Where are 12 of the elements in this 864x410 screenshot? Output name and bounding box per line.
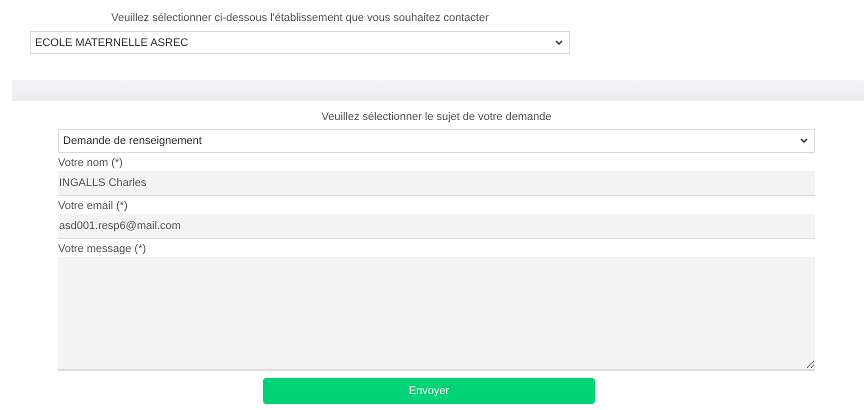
subject-select[interactable]: Demande de renseignement	[58, 129, 815, 153]
input-field[interactable]: INGALLS Charles	[58, 171, 815, 196]
chevron-down-icon	[800, 138, 808, 144]
field-label: Votre nom (*)	[58, 157, 124, 171]
field-label: Votre message (*)	[58, 243, 148, 257]
message-field[interactable]	[58, 257, 815, 371]
establishment-prompt: Veuillez sélectionner ci-dessous l'établissement que vous souhaitez contacter	[110, 12, 490, 24]
chevron-down-icon	[555, 40, 563, 46]
establishment-select[interactable]: ECOLE MATERNELLE ASREC	[30, 31, 570, 54]
input-field[interactable]: asd001.resp6@mail.com	[58, 214, 815, 239]
field-label: Votre email (*)	[58, 200, 129, 214]
subject-prompt: Veuillez sélectionner le sujet de votre demande	[320, 111, 552, 123]
